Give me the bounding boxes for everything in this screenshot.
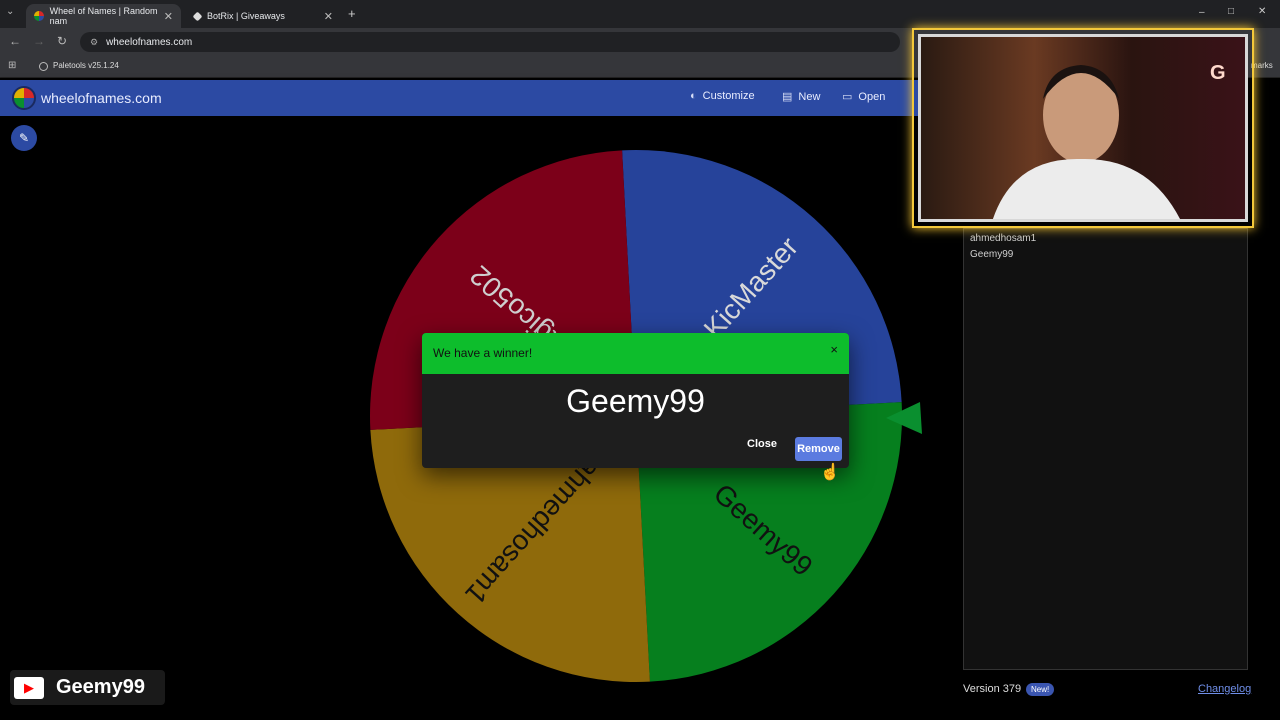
close-window-button[interactable]: ✕ <box>1258 6 1266 17</box>
tab-search-icon[interactable]: ⌄ <box>6 6 14 17</box>
maximize-button[interactable]: □ <box>1228 6 1234 17</box>
globe-icon <box>39 62 48 71</box>
tab-wheel-of-names[interactable]: Wheel of Names | Random nam ✕ <box>26 4 181 28</box>
menu-open[interactable]: ▭ Open <box>842 90 886 104</box>
address-bar[interactable]: ⚙ wheelofnames.com <box>80 32 900 52</box>
streamer-figure <box>993 65 1180 219</box>
list-item: ahmedhosam1 <box>970 233 1037 244</box>
version-label: Version 379 <box>963 683 1022 695</box>
file-icon: ▤ <box>782 91 793 103</box>
url-text: wheelofnames.com <box>106 36 193 48</box>
close-button[interactable]: Close <box>747 438 777 450</box>
winner-dialog: We have a winner! × Geemy99 Close Remove <box>422 333 849 468</box>
streamer-logo-icon: G <box>1210 62 1226 84</box>
entries-panel[interactable] <box>963 228 1248 670</box>
bookmark-paletools[interactable]: Paletools v25.1.24 <box>53 61 119 70</box>
pencil-icon: ✎ <box>18 131 30 145</box>
menu-label: New <box>798 90 821 103</box>
remove-button[interactable]: Remove <box>795 437 842 461</box>
tab-label: BotRix | Giveaways <box>207 11 285 21</box>
winner-name: Geemy99 <box>566 383 705 419</box>
site-title[interactable]: wheelofnames.com <box>41 90 162 106</box>
menu-customize[interactable]: ◐ Customize <box>690 90 755 102</box>
channel-name: Geemy99 <box>56 676 145 698</box>
back-icon[interactable]: ← <box>9 34 21 48</box>
all-bookmarks[interactable]: marks <box>1251 61 1273 70</box>
menu-label: Open <box>858 90 886 103</box>
channel-watermark: ▶ Geemy99 <box>10 670 165 705</box>
folder-icon: ▭ <box>842 91 853 103</box>
tab-botrix[interactable]: BotRix | Giveaways ✕ <box>186 4 341 28</box>
tab-label: Wheel of Names | Random nam <box>49 6 158 26</box>
new-badge: New! <box>1026 683 1055 696</box>
minimize-button[interactable]: – <box>1199 7 1205 18</box>
list-item: Geemy99 <box>970 249 1014 260</box>
palette-icon: ◐ <box>690 90 697 102</box>
forward-icon[interactable]: → <box>33 34 45 48</box>
botrix-favicon-icon <box>192 11 203 21</box>
edit-pencil-button[interactable]: ✎ <box>11 125 37 151</box>
hand-cursor-icon: ☝ <box>820 464 840 481</box>
close-icon[interactable]: × <box>830 342 838 357</box>
menu-new[interactable]: ▤ New <box>782 90 821 104</box>
dialog-title: We have a winner! <box>433 346 533 360</box>
site-info-icon[interactable]: ⚙ <box>90 37 98 48</box>
apps-grid-icon[interactable]: ⊞ <box>8 60 16 71</box>
wheel-logo-icon[interactable] <box>12 86 36 110</box>
changelog-link[interactable]: Changelog <box>1198 683 1251 695</box>
webcam-video <box>918 34 1248 222</box>
reload-icon[interactable]: ↻ <box>57 34 67 48</box>
new-tab-button[interactable]: + <box>348 6 356 21</box>
wheel-pointer-icon <box>886 402 922 434</box>
browser-tab-strip: ⌄ Wheel of Names | Random nam ✕ BotRix |… <box>0 0 1280 28</box>
close-tab-icon[interactable]: ✕ <box>164 10 173 23</box>
wheel-favicon-icon <box>34 11 44 21</box>
close-tab-icon[interactable]: ✕ <box>324 10 333 23</box>
youtube-icon: ▶ <box>14 676 44 699</box>
menu-label: Customize <box>702 90 755 102</box>
